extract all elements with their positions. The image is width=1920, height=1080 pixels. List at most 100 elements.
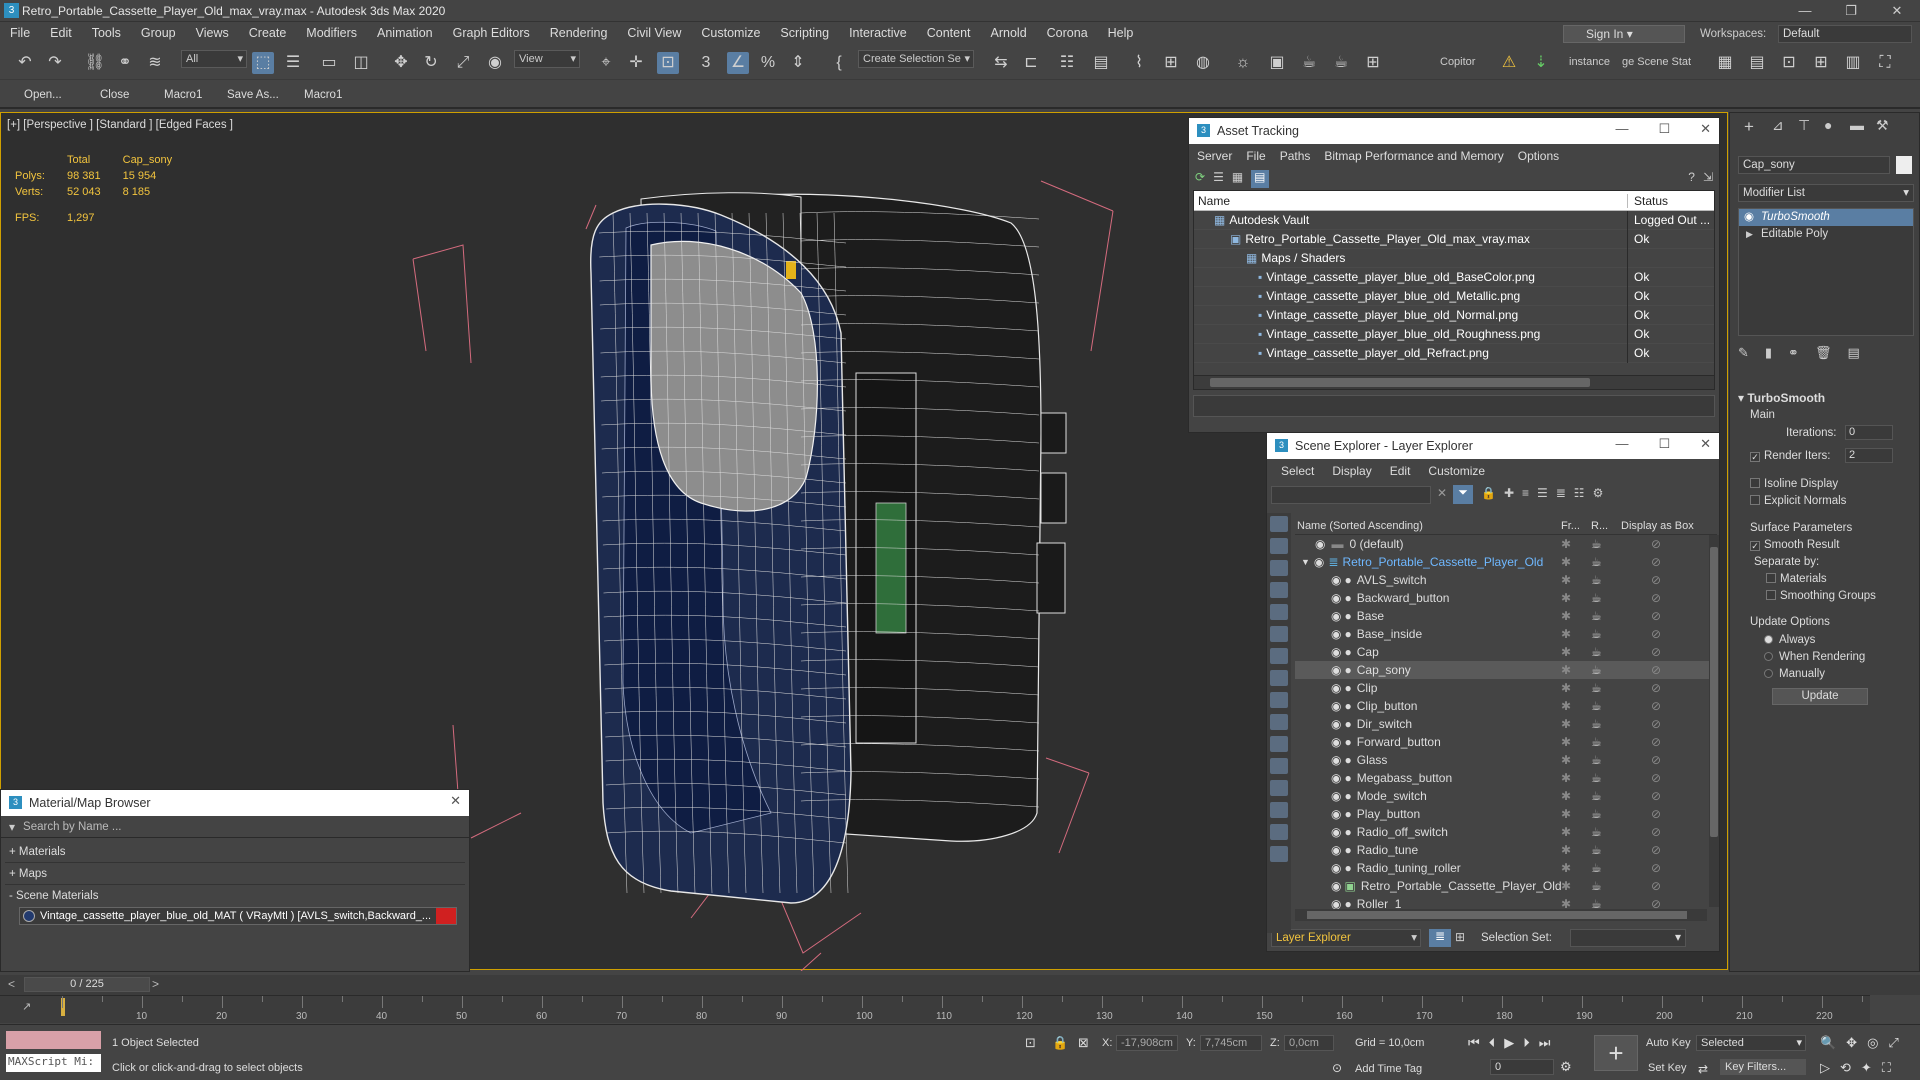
modify-tab-icon[interactable]: ⊿ [1772,117,1784,134]
render-icon[interactable]: ☕ [1591,735,1651,749]
undo-icon[interactable]: ↶ [14,52,36,74]
edit-named-selection-icon[interactable]: { [828,52,850,74]
display-as-box-header[interactable]: Display as Box [1621,520,1694,532]
scene-object-row[interactable]: ◉ ● Radio_off_switch ✱ ☕ ⊘ [1295,823,1717,841]
display-shapes-icon[interactable] [1270,802,1288,818]
menu-group[interactable]: Group [131,26,186,40]
eye-icon[interactable]: ◉ [1331,591,1341,605]
move-icon[interactable]: ✥ [390,52,412,74]
asset-menu-server[interactable]: Server [1197,149,1232,163]
menu-corona[interactable]: Corona [1037,26,1098,40]
grid-icon[interactable]: ▦ [1714,52,1736,74]
render-icon[interactable]: ☕ [1591,879,1651,893]
selection-set-dropdown[interactable]: ▾ [1570,929,1686,947]
placement-icon[interactable]: ◉ [484,52,506,74]
percent-snap-icon[interactable]: % [757,52,779,74]
display-cameras-icon[interactable] [1270,582,1288,598]
macro1-button[interactable]: Macro1 [164,89,202,101]
freeze-icon[interactable]: ✱ [1561,537,1591,551]
help-icon[interactable]: ? [1688,170,1695,188]
explicit-normals-checkbox[interactable]: Explicit Normals [1750,495,1846,507]
iterations-spinner[interactable]: 0 [1845,425,1893,440]
eye-icon[interactable]: ◉ [1331,663,1341,677]
schematic-view-icon[interactable]: ⊞ [1160,52,1182,74]
layer-tools-icons[interactable]: 🔒✚≡☰≣☷⚙ [1481,486,1611,500]
eye-icon[interactable]: ◉ [1744,209,1754,226]
eye-icon[interactable]: ◉ [1331,879,1341,893]
display-box-icon[interactable]: ⊘ [1651,861,1661,875]
isoline-display-checkbox[interactable]: Isoline Display [1750,478,1838,490]
save-as-button[interactable]: Save As... [227,89,279,101]
scene-object-row[interactable]: ◉ ● Cap ✱ ☕ ⊘ [1295,643,1717,661]
scene-object-row[interactable]: ◉ ▬ 0 (default) ✱ ☕ ⊘ [1295,535,1717,553]
horizontal-scrollbar-2[interactable] [1295,909,1707,921]
materials-checkbox[interactable]: Materials [1766,573,1827,585]
scene-explorer-titlebar[interactable]: 3 Scene Explorer - Layer Explorer — ☐ ✕ [1267,433,1719,459]
viewport-nav-icons[interactable]: 🔍✥◎⤢ [1820,1035,1909,1051]
display-hidden-icon[interactable] [1270,758,1288,774]
keyboard-shortcut-icon[interactable]: ✛ [625,52,647,74]
absolute-mode-icon[interactable]: ⊠ [1078,1035,1089,1051]
vertical-scrollbar[interactable] [1709,535,1719,907]
asset-row[interactable]: ▣ Retro_Portable_Cassette_Player_Old_max_… [1194,229,1714,249]
freeze-icon[interactable]: ✱ [1561,825,1591,839]
render-header[interactable]: R... [1591,520,1621,532]
scene-search-input[interactable] [1271,486,1431,504]
scene-object-row[interactable]: ◉ ● Radio_tuning_roller ✱ ☕ ⊘ [1295,859,1717,877]
asset-path-field[interactable] [1193,395,1715,417]
scene-object-row[interactable]: ▼ ◉ ≣ Retro_Portable_Cassette_Player_Old ✱ ☕ ⊘ [1295,553,1717,571]
display-box-icon[interactable]: ⊘ [1651,879,1661,893]
display-box-icon[interactable]: ⊘ [1651,789,1661,803]
eye-icon[interactable]: ◉ [1331,825,1341,839]
eye-icon[interactable]: ◉ [1331,753,1341,767]
display-bones-icon[interactable] [1270,692,1288,708]
redo-icon[interactable]: ↷ [44,52,66,74]
freeze-icon[interactable]: ✱ [1561,681,1591,695]
scene-material-item[interactable]: Vintage_cassette_player_blue_old_MAT ( V… [19,907,457,925]
x-coordinate-field[interactable]: -17,908cm [1116,1035,1178,1051]
maximize-button[interactable]: ❐ [1828,0,1874,22]
key-mode-icon[interactable]: ⇄ [1698,1062,1708,1076]
render-icon[interactable]: ☕ [1591,555,1651,569]
render-icon[interactable]: ☕ [1591,717,1651,731]
stack-item-turbosmooth[interactable]: ◉ TurboSmooth [1739,209,1913,226]
snaps-3d-icon[interactable]: 3 [695,52,717,74]
render-icon[interactable]: ☕ [1591,627,1651,641]
render-icon[interactable]: ☕ [1591,645,1651,659]
stack-tools[interactable]: ✎▮⚭🗑▤ [1738,345,1914,365]
pin-icon[interactable]: ⇲ [1703,170,1713,188]
object-color-swatch[interactable] [1896,156,1912,174]
stack-item-editable-poly[interactable]: ▶ Editable Poly [1739,226,1913,243]
eye-icon[interactable]: ◉ [1331,645,1341,659]
track-bar[interactable]: ↗ 10 20 30 40 50 60 70 80 90 100 110 120 130 140 150 16… [0,995,1870,1023]
z-coordinate-field[interactable]: 0,0cm [1284,1035,1334,1051]
freeze-icon[interactable]: ✱ [1561,879,1591,893]
render-activeshade-icon[interactable]: ⊞ [1362,52,1384,74]
hierarchy-tab-icon[interactable]: ⊤ [1798,117,1810,134]
expand-icon[interactable]: ⛶ [1874,52,1896,74]
display-none-icon[interactable] [1270,516,1288,532]
minimize-button[interactable]: — [1782,0,1828,22]
menu-customize[interactable]: Customize [691,26,770,40]
chevron-down-icon[interactable]: ⇣ [1530,52,1552,74]
material-browser-titlebar[interactable]: 3 Material/Map Browser ✕ [1,790,469,816]
explorer-menu-edit[interactable]: Edit [1390,464,1411,478]
asset-tracking-titlebar[interactable]: 3 Asset Tracking — ☐ ✕ [1189,118,1719,144]
display-box-icon[interactable]: ⊘ [1651,807,1661,821]
sign-in-button[interactable]: Sign In ▾ [1563,25,1685,43]
curve-editor-icon[interactable]: ⌇ [1128,52,1150,74]
freeze-icon[interactable]: ✱ [1561,663,1591,677]
menu-civil-view[interactable]: Civil View [617,26,691,40]
prev-frame-icon[interactable]: < [8,977,15,991]
display-box-icon[interactable]: ⊘ [1651,735,1661,749]
key-filters-button[interactable]: Key Filters... [1720,1059,1806,1075]
asset-row[interactable]: ▦ Autodesk Vault Logged Out ... [1194,210,1714,230]
angle-snap-icon[interactable]: ∠ [727,52,749,74]
instance-label[interactable]: instance [1569,56,1610,68]
scene-object-row[interactable]: ◉ ● Base ✱ ☕ ⊘ [1295,607,1717,625]
layer-manager-icon[interactable]: ☷ [1056,52,1078,74]
bind-spacewarp-icon[interactable]: ≋ [144,52,166,74]
display-box-icon[interactable]: ⊘ [1651,771,1661,785]
explorer-menu-select[interactable]: Select [1281,464,1314,478]
selection-filter-dropdown[interactable]: All ▾ [181,50,247,68]
